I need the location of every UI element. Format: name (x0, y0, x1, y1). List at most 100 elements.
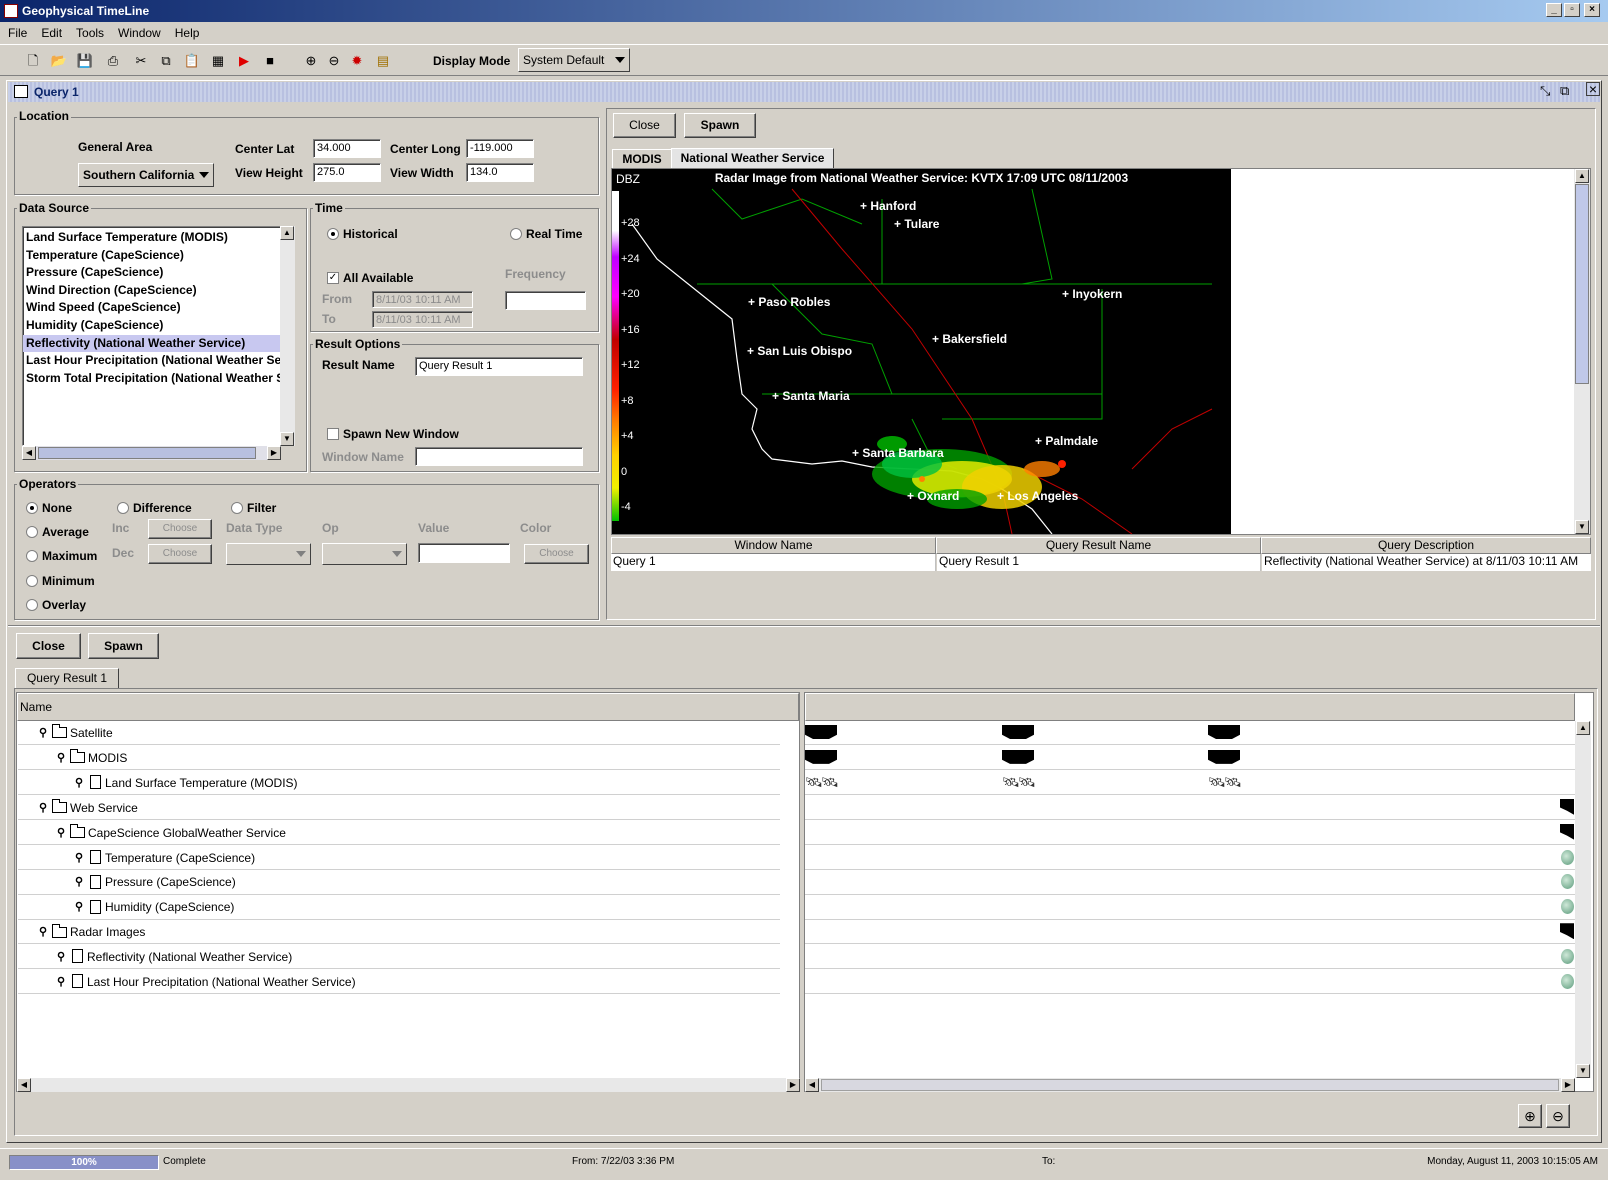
display-mode-select[interactable]: System Default (518, 48, 630, 72)
timeline-group-marker[interactable] (1208, 749, 1240, 764)
menu-window[interactable]: Window (111, 22, 168, 44)
minimize-button[interactable]: _ (1546, 3, 1562, 17)
from-input[interactable]: 8/11/03 10:11 AM (372, 291, 473, 308)
center-lat-input[interactable]: 34.000 (313, 139, 381, 158)
tree-hscroll[interactable]: ◀ ▶ (17, 1078, 800, 1092)
data-source-item[interactable]: Land Surface Temperature (MODIS) (23, 229, 280, 247)
globe-icon[interactable] (1561, 849, 1574, 865)
timeline-scroll-up-icon[interactable]: ▲ (1576, 721, 1590, 735)
scroll-up-icon[interactable]: ▲ (280, 226, 294, 240)
timeline-hscroll[interactable]: ◀ ▶ (805, 1078, 1575, 1092)
filter-radio[interactable] (231, 502, 243, 514)
timeline-row[interactable] (805, 895, 1575, 920)
tree-key-icon[interactable]: ⚲ (56, 970, 66, 994)
calendar-icon[interactable]: ▦ (209, 52, 227, 70)
timeline-scroll-down-icon[interactable]: ▼ (1576, 1064, 1590, 1078)
scroll-right-icon[interactable]: ▶ (267, 446, 281, 460)
data-source-item[interactable]: Wind Speed (CapeScience) (23, 299, 280, 317)
tree-row[interactable]: ⚲ Temperature (CapeScience) (18, 845, 780, 870)
viewer-vscroll-thumb[interactable] (1575, 184, 1589, 384)
to-input[interactable]: 8/11/03 10:11 AM (372, 311, 473, 328)
timeline-group-marker[interactable] (1002, 725, 1034, 739)
view-width-input[interactable]: 134.0 (466, 163, 534, 182)
cell-query-result-name[interactable]: Query Result 1 (937, 554, 1261, 571)
col-query-result-name[interactable]: Query Result Name (936, 537, 1261, 554)
timeline-row[interactable] (805, 845, 1575, 870)
name-column-header[interactable]: Name (17, 693, 799, 721)
tree-row[interactable]: ⚲ CapeScience GlobalWeather Service (18, 820, 780, 845)
difference-radio[interactable] (117, 502, 129, 514)
results-close-button[interactable]: Close (16, 633, 81, 659)
tree-row[interactable]: ⚲ MODIS (18, 745, 780, 771)
data-type-select[interactable] (226, 543, 311, 565)
satellite-icon[interactable]: 🛰 (1018, 774, 1036, 791)
close-frame-icon[interactable]: × (1586, 82, 1600, 96)
tree-row[interactable]: ⚲ Satellite (18, 721, 780, 746)
results-spawn-button[interactable]: Spawn (88, 633, 159, 659)
tree-row[interactable]: ⚲ Reflectivity (National Weather Service) (18, 945, 780, 970)
viewer-scroll-down-icon[interactable]: ▼ (1575, 520, 1589, 534)
tree-key-icon[interactable]: ⚲ (74, 870, 84, 894)
timeline-row[interactable] (805, 820, 1575, 845)
inc-choose-button[interactable]: Choose (148, 519, 212, 539)
copy-icon[interactable]: ⧉ (157, 52, 175, 70)
tree-key-icon[interactable]: ⚲ (38, 920, 48, 944)
timeline-group-marker[interactable] (1208, 725, 1240, 739)
menu-tools[interactable]: Tools (69, 22, 111, 44)
timeline-group-marker[interactable] (1002, 749, 1034, 764)
tab-modis[interactable]: MODIS (612, 149, 672, 169)
stop-icon[interactable]: ■ (261, 52, 279, 70)
timeline-group-marker[interactable] (805, 749, 837, 764)
op-select[interactable] (322, 543, 407, 565)
scroll-left-icon[interactable]: ◀ (22, 446, 36, 460)
globe-icon[interactable] (1561, 874, 1574, 890)
play-icon[interactable]: ▶ (235, 52, 253, 70)
tree-key-icon[interactable]: ⚲ (74, 771, 84, 795)
open-folder-icon[interactable]: 📂 (50, 52, 68, 70)
general-area-select[interactable]: Southern California (78, 163, 214, 187)
tree-row[interactable]: ⚲ Humidity (CapeScience) (18, 895, 780, 920)
result-name-input[interactable]: Query Result 1 (415, 357, 583, 376)
restore-frame-icon[interactable]: ⤡ (1540, 83, 1550, 99)
tree-key-icon[interactable]: ⚲ (74, 846, 84, 870)
tree-row[interactable]: ⚲ Radar Images (18, 920, 780, 945)
tree-key-icon[interactable]: ⚲ (56, 821, 66, 845)
timeline-group-marker[interactable] (1560, 798, 1574, 815)
timeline-hscroll-thumb[interactable] (821, 1079, 1559, 1091)
center-long-input[interactable]: -119.000 (466, 139, 534, 158)
zoom-in-icon[interactable]: ⊕ (302, 52, 320, 70)
data-source-item[interactable]: Humidity (CapeScience) (23, 317, 280, 335)
overlay-radio[interactable] (26, 599, 38, 611)
menu-edit[interactable]: Edit (34, 22, 69, 44)
paste-icon[interactable]: 📋 (183, 52, 201, 70)
cell-window-name[interactable]: Query 1 (611, 554, 936, 571)
data-source-item[interactable]: Storm Total Precipitation (National Weat… (23, 370, 280, 388)
menu-file[interactable]: File (0, 22, 34, 44)
timeline-scroll-right-icon[interactable]: ▶ (1561, 1078, 1575, 1092)
cut-icon[interactable]: ✂ (132, 52, 150, 70)
satellite-icon[interactable]: 🛰 (1224, 774, 1242, 791)
viewer-vscroll[interactable]: ▲ ▼ (1574, 169, 1590, 534)
tree-row[interactable]: ⚲ Web Service (18, 795, 780, 820)
timeline-zoom-in-icon[interactable]: ⊕ (1518, 1104, 1542, 1128)
timeline-row[interactable] (805, 920, 1575, 945)
data-source-item[interactable]: Reflectivity (National Weather Service) (23, 334, 280, 353)
tree-key-icon[interactable]: ⚲ (74, 895, 84, 919)
tree-scroll-right-icon[interactable]: ▶ (786, 1078, 800, 1092)
tree-scroll-left-icon[interactable]: ◀ (17, 1078, 31, 1092)
zoom-out-icon[interactable]: ⊖ (325, 52, 343, 70)
none-radio[interactable] (26, 502, 38, 514)
historical-radio[interactable] (327, 228, 339, 240)
scroll-down-icon[interactable]: ▼ (280, 432, 294, 446)
timeline-row[interactable] (805, 945, 1575, 970)
minimum-radio[interactable] (26, 575, 38, 587)
tree-row[interactable]: ⚲ Land Surface Temperature (MODIS) (18, 770, 780, 796)
average-radio[interactable] (26, 526, 38, 538)
tree-row[interactable]: ⚲ Last Hour Precipitation (National Weath… (18, 970, 780, 995)
tree-key-icon[interactable]: ⚲ (38, 721, 48, 745)
color-choose-button[interactable]: Choose (524, 544, 589, 564)
globe-icon[interactable] (1561, 949, 1574, 965)
tree-key-icon[interactable]: ⚲ (38, 796, 48, 820)
data-source-item[interactable]: Last Hour Precipitation (National Weathe… (23, 352, 280, 370)
cell-query-description[interactable]: Reflectivity (National Weather Service) … (1262, 554, 1591, 571)
